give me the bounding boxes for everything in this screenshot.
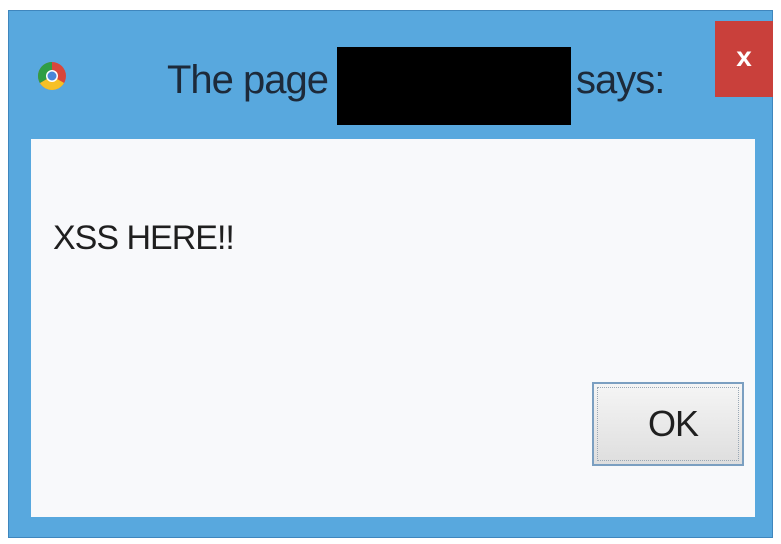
alert-message: XSS HERE!! xyxy=(53,219,235,257)
dialog-title-suffix: says: xyxy=(576,58,665,102)
alert-dialog: The page at says: x XSS HERE!! OK xyxy=(8,10,773,538)
dialog-body: XSS HERE!! OK xyxy=(31,139,755,517)
dialog-titlebar: The page at says: x xyxy=(9,11,773,139)
ok-button[interactable]: OK xyxy=(592,382,744,466)
chrome-icon xyxy=(38,62,66,90)
redacted-url xyxy=(337,47,571,125)
close-button[interactable]: x xyxy=(715,21,773,97)
